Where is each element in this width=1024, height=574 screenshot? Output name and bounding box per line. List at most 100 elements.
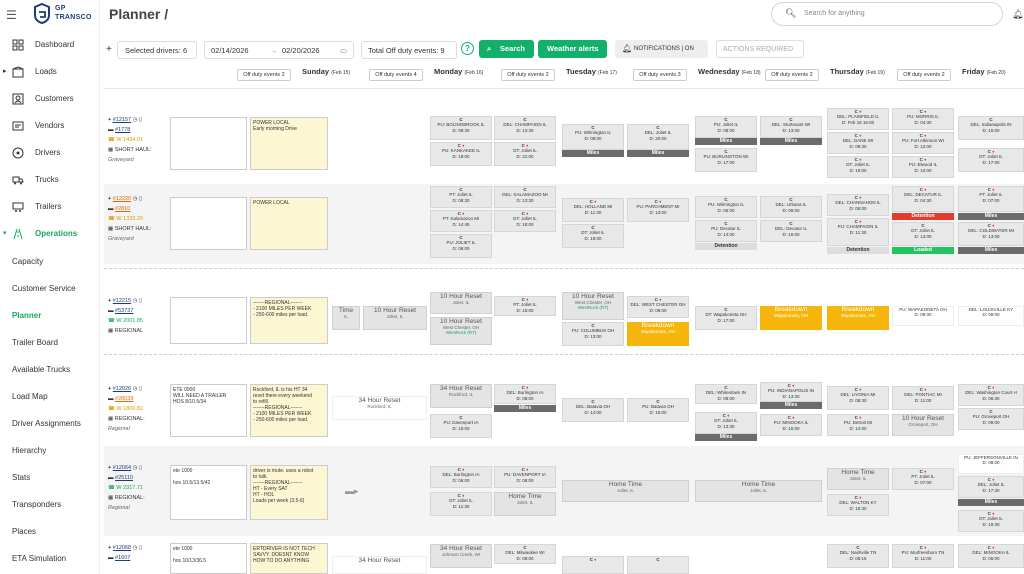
sidebar-subitem-capacity[interactable]: Capacity xyxy=(12,257,43,266)
load-stop-card[interactable]: C ♦ PU: Detroit MI D: 14:00 xyxy=(827,414,889,436)
hour-reset-block[interactable]: 10 Hour Reset Groveport, OH xyxy=(892,414,954,436)
copy-icon[interactable]: ▯ xyxy=(139,386,142,392)
copy-icon[interactable]: ▯ xyxy=(139,545,142,551)
date-range-input[interactable]: 02/14/2026 → 02/20/2026 ▭ xyxy=(204,41,354,59)
load-stop-card[interactable]: C DEL: Joliet IL D: 20:00 xyxy=(627,124,689,150)
load-stop-card[interactable]: C ♦ PT: Joliet IL D: 15:00 xyxy=(494,296,556,316)
load-stop-card[interactable]: C PU: Joliet IL D: 08:00 xyxy=(695,116,757,138)
load-stop-card[interactable]: C ♦ PU: MINOOKA IL D: 15:00 xyxy=(760,414,822,436)
miles-bar[interactable]: Miles xyxy=(627,150,689,157)
selected-drivers-button[interactable]: Selected drivers: 6 xyxy=(117,41,197,59)
driver-note[interactable]: ete 1000 hos 10.5/13.5/42 xyxy=(170,465,247,520)
home-time-block[interactable]: Home Time Joliet, IL xyxy=(827,468,889,490)
miles-bar[interactable]: Miles xyxy=(695,138,757,145)
load-stop-card[interactable]: C ♦ DT: Joliet IL D: 21:00 xyxy=(494,142,556,166)
load-stop-card[interactable]: C DEL: Sturtevant WI D: 13:00 xyxy=(760,116,822,138)
load-stop-card[interactable]: C ♦ PU: MORRIS IL D: 04:30 xyxy=(892,108,954,130)
load-stop-card[interactable]: C PU: Wilmington IL D: 08:00 xyxy=(562,124,624,150)
load-stop-card[interactable]: C ♦ PT: Joliet IL D: 07:00 xyxy=(892,468,954,490)
menu-icon[interactable]: ☰ xyxy=(6,8,17,22)
load-stop-card[interactable]: C ♦ PU: Murfreesboro TN D: 11:00 xyxy=(892,544,954,568)
search-button[interactable]: ⌕ Search xyxy=(479,40,534,58)
load-stop-card[interactable]: C PU: COLUMBUS OH D: 13:00 xyxy=(562,322,624,346)
driver-link[interactable]: #12064 xyxy=(113,465,131,471)
hour34-reset-block[interactable]: 34 Hour Reset Johnson Creek, WI xyxy=(430,544,492,568)
load-stop-card[interactable]: C DEL: Whitestown IN D: 08:00 xyxy=(695,384,757,404)
load-stop-card[interactable]: C ♦ DT: Joliet IL D: 18:00 xyxy=(494,210,556,232)
sidebar-item-operations[interactable]: ▾ Operations xyxy=(0,225,100,245)
sidebar-subitem-places[interactable]: Places xyxy=(12,527,36,536)
driver-comment[interactable]: driver is mute. uses a robot to talk. --… xyxy=(250,465,328,520)
load-stop-card[interactable]: C ♦ DT: Joliet IL D: 11:30 xyxy=(430,492,492,516)
load-stop-card[interactable]: C ♦ DEL: PONTIAC MI D: 11:00 xyxy=(892,386,954,410)
sidebar-item-drivers[interactable]: Drivers xyxy=(0,144,100,164)
load-stop-card[interactable]: C DEL: Indianapolis IN D: 15:00 xyxy=(958,116,1024,140)
sidebar-item-trucks[interactable]: Trucks xyxy=(0,171,100,191)
hour34-reset-block[interactable]: 34 Hour Reset Rockford, IL xyxy=(332,396,427,420)
detention-bar[interactable]: Detention xyxy=(892,213,954,220)
sidebar-subitem-trailer-board[interactable]: Trailer Board xyxy=(12,338,58,347)
miles-bar[interactable]: Miles xyxy=(695,434,757,441)
hour-reset-block[interactable]: 10 Hour Reset Joliet, IL xyxy=(430,292,492,314)
load-stop-card[interactable]: C ♦ PU: INDIANAPOLIS IN D: 13:30 xyxy=(760,382,822,402)
copy-icon[interactable]: ▯ xyxy=(139,298,142,304)
load-stop-card[interactable]: C ♦ DT: Joliet IL D: 19:00 xyxy=(827,156,889,178)
hour-reset-block[interactable]: 10 Hour Reset West Chester, OH WestRock (R… xyxy=(562,292,624,320)
load-stop-card[interactable]: C ♦ DEL: Washington Court H D: 06:30 xyxy=(958,384,1024,406)
load-stop-card[interactable]: C PU: Batavia OH D: 15:00 xyxy=(627,398,689,422)
help-icon[interactable]: ? xyxy=(461,42,474,55)
breakdown-block[interactable]: Breakdown Wapakoneta, OH xyxy=(760,306,822,330)
sidebar-subitem-planner[interactable]: Planner xyxy=(12,311,41,320)
driver-note[interactable] xyxy=(170,197,247,250)
hour-reset-block[interactable]: 10 Hour Reset Joliet, IL xyxy=(363,306,427,330)
load-stop-card[interactable]: C ♦ DT: Joliet IL D: 17:00 xyxy=(958,148,1024,172)
sidebar-subitem-hierarchy[interactable]: Hierarchy xyxy=(12,446,46,455)
search-input[interactable]: Search for anything xyxy=(804,10,865,17)
home-time-block[interactable]: Home Time Joliet, IL xyxy=(562,480,689,502)
sidebar-item-vendors[interactable]: Vendors xyxy=(0,117,100,137)
load-stop-card[interactable]: C ♦ PU: PARCHMENT MI D: 13:00 xyxy=(627,198,689,222)
load-stop-card[interactable]: C ♦ PT: Kalamazoo MI D: 14:45 xyxy=(430,210,492,232)
driver-comment[interactable]: -------REGIONAL------- - 2100 MILES PER … xyxy=(250,297,328,344)
weather-alerts-button[interactable]: Weather alerts xyxy=(538,40,607,58)
copy-icon[interactable]: ▯ xyxy=(139,196,142,202)
off-duty-badge-friday[interactable]: Off duty events 2 xyxy=(897,69,951,81)
load-stop-card[interactable]: C ♦ PT: Joliet IL D: 07:00 xyxy=(958,186,1024,212)
load-stop-card[interactable]: C ♦ PU: CHAMPAIGN IL D: 11:30 xyxy=(827,218,889,246)
load-stop-card[interactable]: C PU: Groveport OH D: 09:00 xyxy=(958,408,1024,430)
load-stop-card[interactable]: C PT: Joliet IL D: 08:30 xyxy=(430,186,492,208)
load-stop-card[interactable]: C ♦ PU: DAVENPORT IA D: 08:00 xyxy=(494,466,556,488)
load-stop-card[interactable]: C DEL: Urbana IL D: 09:00 xyxy=(760,196,822,218)
loaded-bar[interactable]: Loaded xyxy=(892,247,954,254)
global-search[interactable]: 🔍︎ Search for anything xyxy=(771,2,1003,26)
hour34-reset-block[interactable]: 34 Hour Reset Rockford, IL xyxy=(430,384,492,408)
hour-reset-block[interactable]: Time IL xyxy=(332,306,360,330)
hour34-reset-block[interactable]: 34 Hour Reset xyxy=(332,556,427,574)
copy-icon[interactable]: ▯ xyxy=(139,117,142,123)
load-stop-card[interactable]: C ♦ DEL: WEST CHESTER OH D: 08:00 xyxy=(627,296,689,318)
truck-link[interactable]: #28039 xyxy=(115,396,133,402)
sidebar-item-customers[interactable]: Customers xyxy=(0,90,100,110)
driver-comment[interactable]: Rockford, IL is his HT 34 reset there ev… xyxy=(250,384,328,437)
detention-bar[interactable]: Detention xyxy=(695,243,757,250)
driver-note[interactable] xyxy=(170,117,247,170)
driver-comment[interactable]: POWER LOCAL Early morning Drive xyxy=(250,117,328,170)
detention-bar[interactable]: Detention xyxy=(827,247,889,254)
truck-link[interactable]: #2810 xyxy=(115,206,130,212)
home-time-block[interactable]: Home Time Joliet, IL xyxy=(695,480,822,502)
truck-link[interactable]: #25110 xyxy=(115,475,133,481)
load-stop-card[interactable]: C ♦ DEL: Burlington IA D: 08:00 xyxy=(494,384,556,404)
sidebar-subitem-eta-simulation[interactable]: ETA Simulation xyxy=(12,554,66,563)
total-off-duty-button[interactable]: Total Off duty events: 9 xyxy=(361,41,457,59)
load-stop-card[interactable]: C ♦ DEL: MINOOKA IL D: 06:00 xyxy=(958,544,1024,568)
load-stop-card[interactable]: C ♦ PU: Fort Atkinson WI D: 12:00 xyxy=(892,132,954,154)
load-stop-card[interactable]: C ♦ DT: Joliet IL D: 13:30 xyxy=(695,412,757,434)
off-duty-badge-monday[interactable]: Off duty events 4 xyxy=(369,69,423,81)
sidebar-item-loads[interactable]: ▸ Loads xyxy=(0,63,100,83)
load-stop-card[interactable]: C DT: Joliet IL D: 13:00 xyxy=(892,222,954,246)
off-duty-badge-sunday[interactable]: Off duty events 2 xyxy=(237,69,291,81)
load-stop-card[interactable]: C ♦ DEL: DANE WI D: 08:30 xyxy=(827,132,889,154)
sidebar-item-trailers[interactable]: Trailers xyxy=(0,198,100,218)
load-stop-card[interactable]: C PU: BOLINGBROOK IL D: 08:30 xyxy=(430,116,492,140)
driver-note[interactable]: ETE 0900 WILL NEED A TRAILER HOS 8/10.5/… xyxy=(170,384,247,437)
